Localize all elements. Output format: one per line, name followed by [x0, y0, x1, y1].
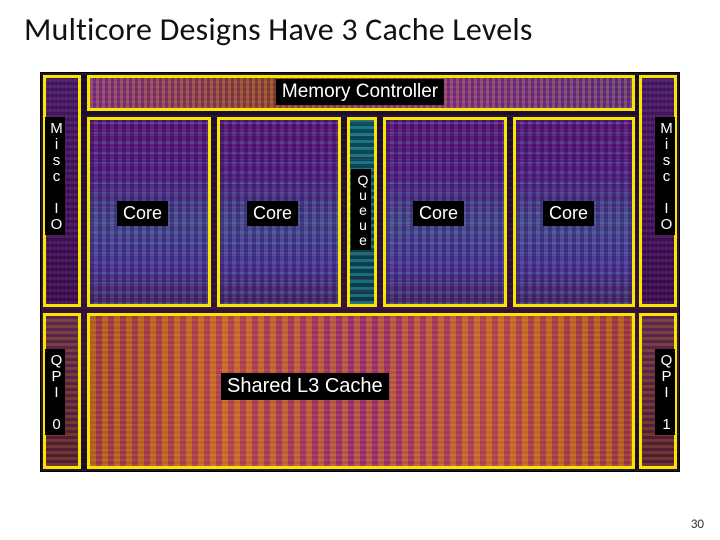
memory-controller-label: Memory Controller: [276, 79, 444, 105]
core-3-label: Core: [543, 201, 594, 226]
l3-cache-label: Shared L3 Cache: [221, 373, 389, 400]
queue-label: Queue: [351, 169, 371, 250]
die-diagram: Memory Controller Misc IO Misc IO Core C…: [40, 72, 680, 472]
core-0-label: Core: [117, 201, 168, 226]
page-number: 30: [691, 517, 704, 532]
cpu-die: Memory Controller Misc IO Misc IO Core C…: [40, 72, 680, 472]
misc-label-text: Misc IO: [658, 120, 674, 232]
page-title: Multicore Designs Have 3 Cache Levels: [0, 0, 720, 55]
qpi0-label-text: QPI 0: [48, 352, 64, 432]
slide: Multicore Designs Have 3 Cache Levels Me…: [0, 0, 720, 540]
qpi-0-label: QPI 0: [45, 349, 65, 435]
misc-io-right-label: Misc IO: [655, 117, 675, 235]
qpi-1-label: QPI 1: [655, 349, 675, 435]
core-2-label: Core: [413, 201, 464, 226]
misc-io-left-label: Misc IO: [45, 117, 65, 235]
qpi1-label-text: QPI 1: [658, 352, 674, 432]
misc-label-text: Misc IO: [48, 120, 64, 232]
queue-label-text: Queue: [355, 172, 370, 247]
core-1-label: Core: [247, 201, 298, 226]
